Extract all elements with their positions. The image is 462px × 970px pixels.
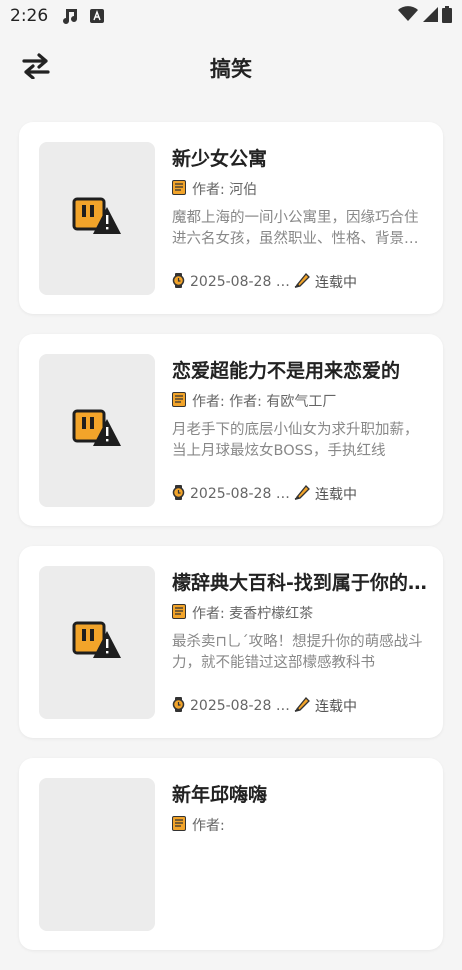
book-author: 作者: 作者: 有欧气工厂 [192, 394, 337, 410]
book-status: 连载中 [315, 699, 357, 715]
book-list: 新少女公寓 作者: 河伯 魔都上海的一间小公寓里，因缘巧合住进六名女孩，虽然职业… [19, 122, 443, 970]
book-cover [39, 142, 155, 295]
pen-icon [294, 696, 310, 716]
book-card[interactable]: 檬辞典大百科-找到属于你的萌感 作者: 麦香柠檬红茶 最杀卖⊓乚´攻略！想提升你… [19, 546, 443, 738]
swap-arrows-icon [22, 53, 50, 83]
book-author: 作者: 麦香柠檬红茶 [192, 606, 314, 622]
watch-icon [172, 696, 185, 716]
book-cover [39, 354, 155, 507]
book-title: 恋爱超能力不是用来恋爱的 [172, 360, 401, 382]
book-date: 2025-08-28 1… [190, 274, 294, 290]
page-title: 搞笑 [210, 57, 252, 81]
text-a-icon [90, 9, 105, 23]
book-icon [172, 392, 186, 412]
book-title: 新年邱嗨嗨 [172, 784, 268, 806]
book-icon [172, 180, 186, 200]
book-icon [172, 816, 186, 836]
broken-image-icon [72, 621, 122, 665]
book-date: 2025-08-28 1… [190, 486, 294, 502]
watch-icon [172, 484, 185, 504]
book-author: 作者: [192, 818, 225, 834]
broken-image-icon [72, 197, 122, 241]
swap-button[interactable] [18, 50, 54, 86]
pen-icon [294, 272, 310, 292]
book-description: 最杀卖⊓乚´攻略！想提升你的萌感战斗力，就不能错过这部檬感教科书 [172, 634, 423, 671]
book-title: 新少女公寓 [172, 148, 268, 170]
book-description: 月老手下的底层小仙女为求升职加薪，当上月球最炫女BOSS，手执红线 [172, 422, 419, 459]
status-time: 2:26 [10, 6, 49, 26]
music-note-icon [62, 7, 80, 25]
battery-icon [442, 5, 452, 27]
book-status: 连载中 [315, 487, 357, 503]
watch-icon [172, 272, 185, 292]
book-card[interactable]: 恋爱超能力不是用来恋爱的 作者: 作者: 有欧气工厂 月老手下的底层小仙女为求升… [19, 334, 443, 526]
book-status: 连载中 [315, 275, 357, 291]
book-card[interactable]: 新少女公寓 作者: 河伯 魔都上海的一间小公寓里，因缘巧合住进六名女孩，虽然职业… [19, 122, 443, 314]
signal-icon [422, 6, 438, 26]
wifi-icon [398, 6, 418, 26]
app-bar: 搞笑 [0, 32, 462, 104]
book-date: 2025-08-28 2… [190, 698, 294, 714]
book-cover [39, 566, 155, 719]
book-card[interactable]: 新年邱嗨嗨 作者: [19, 758, 443, 950]
broken-image-icon [72, 409, 122, 453]
book-description: 魔都上海的一间小公寓里，因缘巧合住进六名女孩，虽然职业、性格、背景各不相同 [172, 210, 419, 247]
book-title: 檬辞典大百科-找到属于你的萌感 [172, 572, 428, 594]
book-cover [39, 778, 155, 931]
status-bar: 2:26 [0, 0, 462, 32]
book-icon [172, 604, 186, 624]
pen-icon [294, 484, 310, 504]
book-author: 作者: 河伯 [192, 182, 258, 198]
